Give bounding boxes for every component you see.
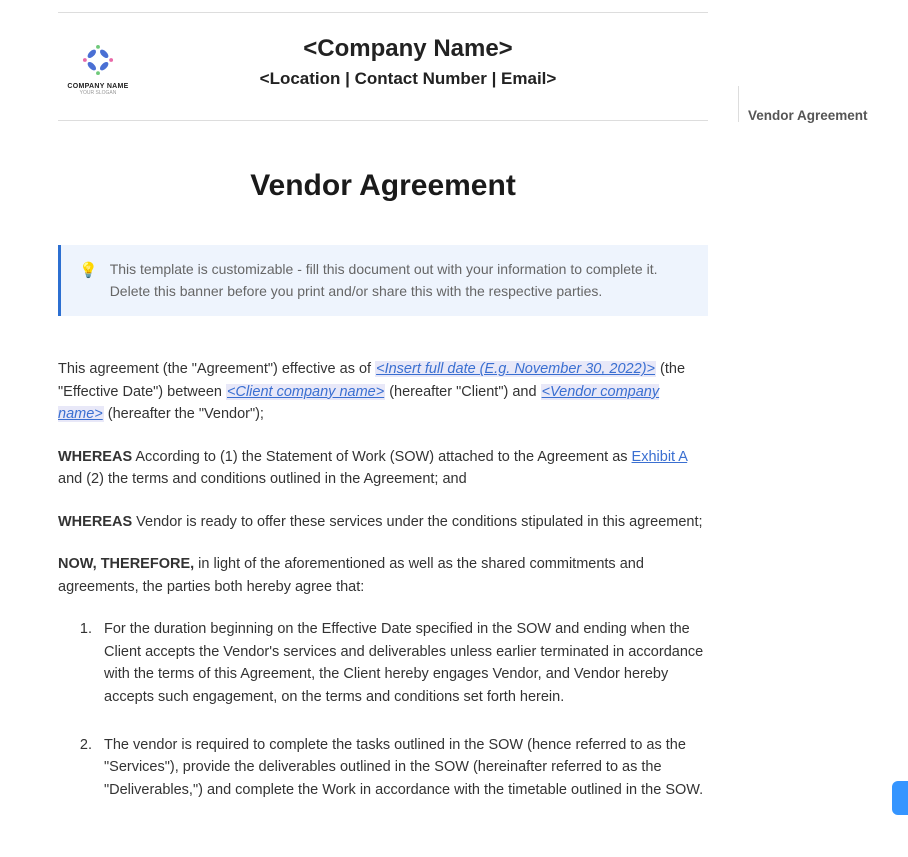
whereas-2: WHEREAS Vendor is ready to offer these s…	[58, 511, 708, 533]
toc-item[interactable]: Vendor Agreement	[748, 108, 868, 123]
document-page: COMPANY NAME YOUR SLOGAN <Company Name> …	[0, 0, 908, 857]
whereas-label: WHEREAS	[58, 514, 132, 530]
agreement-terms-list: For the duration beginning on the Effect…	[58, 618, 708, 801]
banner-text: This template is customizable - fill thi…	[110, 259, 690, 302]
document-header: COMPANY NAME YOUR SLOGAN <Company Name> …	[58, 29, 708, 96]
company-logo: COMPANY NAME YOUR SLOGAN	[58, 29, 138, 96]
toc-separator	[738, 86, 739, 122]
whereas-1: WHEREAS According to (1) the Statement o…	[58, 446, 708, 491]
logo-icon	[77, 39, 119, 81]
exhibit-a-link[interactable]: Exhibit A	[632, 449, 688, 465]
header-titles: <Company Name> <Location | Contact Numbe…	[168, 29, 708, 89]
whereas-label: WHEREAS	[58, 449, 132, 465]
lightbulb-icon: 💡	[79, 259, 98, 302]
top-divider	[58, 12, 708, 13]
now-therefore-label: NOW, THEREFORE,	[58, 556, 194, 572]
header-bottom-divider	[58, 120, 708, 121]
document-body[interactable]: This agreement (the "Agreement") effecti…	[58, 358, 708, 801]
placeholder-client-company[interactable]: <Client company name>	[226, 384, 385, 400]
placeholder-date[interactable]: <Insert full date (E.g. November 30, 202…	[375, 361, 656, 377]
intro-paragraph: This agreement (the "Agreement") effecti…	[58, 358, 708, 425]
company-meta-placeholder[interactable]: <Location | Contact Number | Email>	[168, 69, 648, 89]
list-item: For the duration beginning on the Effect…	[96, 618, 708, 708]
logo-slogan-text: YOUR SLOGAN	[80, 90, 117, 96]
logo-company-text: COMPANY NAME	[67, 83, 128, 90]
info-banner: 💡 This template is customizable - fill t…	[58, 245, 708, 316]
company-name-placeholder[interactable]: <Company Name>	[168, 35, 648, 63]
now-therefore: NOW, THEREFORE, in light of the aforemen…	[58, 553, 708, 598]
chat-tab[interactable]	[892, 781, 908, 815]
document-title: Vendor Agreement	[58, 169, 708, 203]
list-item: The vendor is required to complete the t…	[96, 734, 708, 801]
